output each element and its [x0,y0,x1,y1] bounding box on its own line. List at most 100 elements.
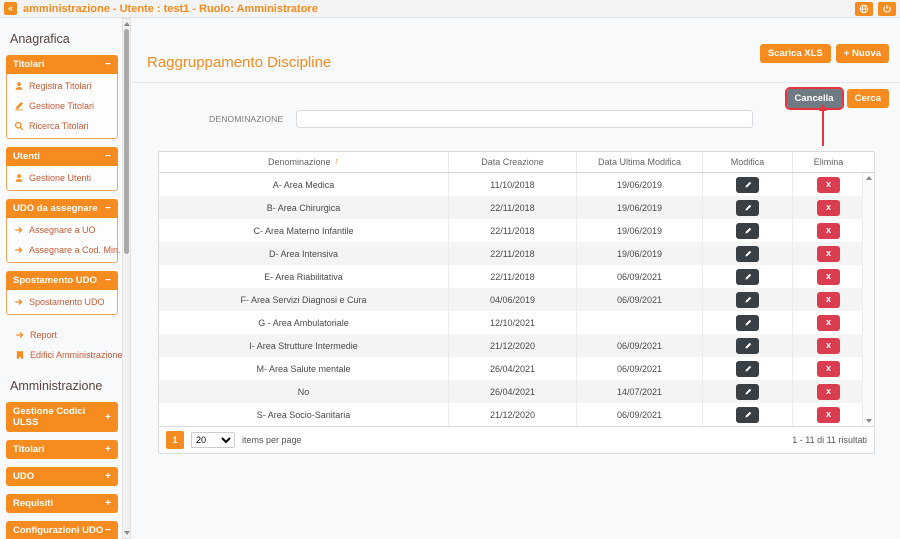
edit-row-button[interactable] [736,269,759,285]
sidebar-section-header-udo[interactable]: UDO+ [6,467,118,486]
delete-row-button[interactable]: x [817,361,840,377]
sidebar-item-edifici-amministrazione[interactable]: Edifici Amministrazione [8,345,118,365]
x-icon: x [826,341,831,350]
denominazione-input[interactable] [296,110,753,128]
expand-plus-icon[interactable]: + [105,413,111,422]
sidebar-section-header-configurazioni-udo[interactable]: Configurazioni UDO− [6,521,118,539]
delete-row-button[interactable]: x [817,292,840,308]
sidebar-item-registra-titolari[interactable]: Registra Titolari [7,76,117,96]
sidebar-scrollbar[interactable] [122,18,131,539]
sidebar-section-header-spostamento-udo[interactable]: Spostamento UDO− [6,271,118,290]
arrow-icon [14,297,24,307]
edit-row-button[interactable] [736,361,759,377]
sidebar-item-gestione-utenti[interactable]: Gestione Utenti [7,168,117,188]
edit-row-button[interactable] [736,200,759,216]
sidebar-scrollbar-thumb[interactable] [124,29,129,254]
sidebar-section-header-titolari[interactable]: Titolari+ [6,440,118,459]
globe-icon[interactable] [855,2,873,16]
delete-row-button[interactable]: x [817,384,840,400]
sidebar-section-header-requisiti[interactable]: Requisiti+ [6,494,118,513]
collapse-minus-icon[interactable]: − [105,152,111,161]
expand-plus-icon[interactable]: + [105,472,111,481]
cell-elimina: x [793,311,864,334]
edit-row-button[interactable] [736,407,759,423]
sidebar-heading-anagrafica: Anagrafica [10,32,115,46]
column-header-denominazione[interactable]: Denominazione↑ [159,152,449,172]
scroll-up-icon[interactable] [866,176,872,180]
items-per-page-select[interactable]: 20 [191,432,235,448]
cell-data-ultima-modifica: 19/06/2019 [577,173,703,196]
arrow-icon [14,225,24,235]
denominazione-label: DENOMINAZIONE [209,114,283,124]
window-title: amministrazione - Utente : test1 - Ruolo… [23,3,318,15]
delete-row-button[interactable]: x [817,315,840,331]
column-header-data-ultima-modifica[interactable]: Data Ultima Modifica [577,152,703,172]
edit-row-button[interactable] [736,315,759,331]
delete-row-button[interactable]: x [817,223,840,239]
new-item-button[interactable]: + Nuova [836,44,889,63]
sidebar-section-header-udo-da-assegnare[interactable]: UDO da assegnare− [6,199,118,218]
sidebar-item-label: Assegnare a Cod. Min. [29,245,121,255]
table-scrollbar[interactable] [862,173,874,426]
edit-icon [744,181,752,189]
edit-row-button[interactable] [736,292,759,308]
sidebar-section-header-gestione-codici-ulss[interactable]: Gestione Codici ULSS+ [6,402,118,432]
sidebar-section-header-utenti[interactable]: Utenti− [6,147,118,166]
expand-plus-icon[interactable]: + [105,499,111,508]
edit-icon [744,411,752,419]
edit-row-button[interactable] [736,246,759,262]
edit-row-button[interactable] [736,223,759,239]
table-row: B- Area Chirurgica22/11/201819/06/2019x [159,196,862,219]
sidebar-item-assegnare-a-cod-min[interactable]: Assegnare a Cod. Min. [7,240,117,260]
sidebar-item-label: Gestione Utenti [29,173,91,183]
table-row: E- Area Riabilitativa22/11/201806/09/202… [159,265,862,288]
delete-row-button[interactable]: x [817,177,840,193]
sidebar-section-header-titolari[interactable]: Titolari− [6,55,118,74]
cell-data-ultima-modifica: 19/06/2019 [577,242,703,265]
edit-row-button[interactable] [736,384,759,400]
power-icon[interactable] [878,2,896,16]
cell-data-creazione: 22/11/2018 [449,196,577,219]
sidebar-item-assegnare-a-uo[interactable]: Assegnare a UO [7,220,117,240]
collapse-minus-icon[interactable]: − [105,204,111,213]
sidebar-item-ricerca-titolari[interactable]: Ricerca Titolari [7,116,117,136]
collapse-minus-icon[interactable]: − [105,276,111,285]
column-header-data-creazione[interactable]: Data Creazione [449,152,577,172]
cell-data-creazione: 21/12/2020 [449,334,577,357]
edit-icon [744,296,752,304]
cell-denominazione: D- Area Intensiva [159,242,449,265]
expand-plus-icon[interactable]: + [105,445,111,454]
scroll-up-icon[interactable] [124,22,130,26]
x-icon: x [826,387,831,396]
x-icon: x [826,203,831,212]
collapse-minus-icon[interactable]: − [105,526,111,535]
sidebar-item-gestione-titolari[interactable]: Gestione Titolari [7,96,117,116]
page-1-button[interactable]: 1 [166,431,184,449]
edit-row-button[interactable] [736,177,759,193]
delete-row-button[interactable]: x [817,407,840,423]
search-button[interactable]: Cerca [847,89,889,108]
sidebar-collapse-button[interactable]: « [4,2,17,15]
clear-button[interactable]: Cancella [787,89,842,108]
cell-modifica [703,288,793,311]
collapse-minus-icon[interactable]: − [105,60,111,69]
scroll-down-icon[interactable] [124,531,130,535]
delete-row-button[interactable]: x [817,246,840,262]
delete-row-button[interactable]: x [817,338,840,354]
download-xls-button[interactable]: Scarica XLS [760,44,831,63]
cell-data-creazione: 22/11/2018 [449,242,577,265]
table-body: A- Area Medica11/10/201819/06/2019xB- Ar… [159,173,874,426]
sidebar-section-requisiti: Requisiti+ [6,494,118,513]
delete-row-button[interactable]: x [817,200,840,216]
sidebar-item-label: Gestione Titolari [29,101,94,111]
cell-modifica [703,357,793,380]
sidebar-item-spostamento-udo[interactable]: Spostamento UDO [7,292,117,312]
delete-row-button[interactable]: x [817,269,840,285]
edit-row-button[interactable] [736,338,759,354]
cell-data-ultima-modifica [577,311,703,334]
scroll-down-icon[interactable] [866,419,872,423]
results-table: Denominazione↑ Data Creazione Data Ultim… [158,151,875,454]
sidebar-item-report[interactable]: Report [8,325,118,345]
table-row: F- Area Servizi Diagnosi e Cura04/06/201… [159,288,862,311]
cell-modifica [703,334,793,357]
